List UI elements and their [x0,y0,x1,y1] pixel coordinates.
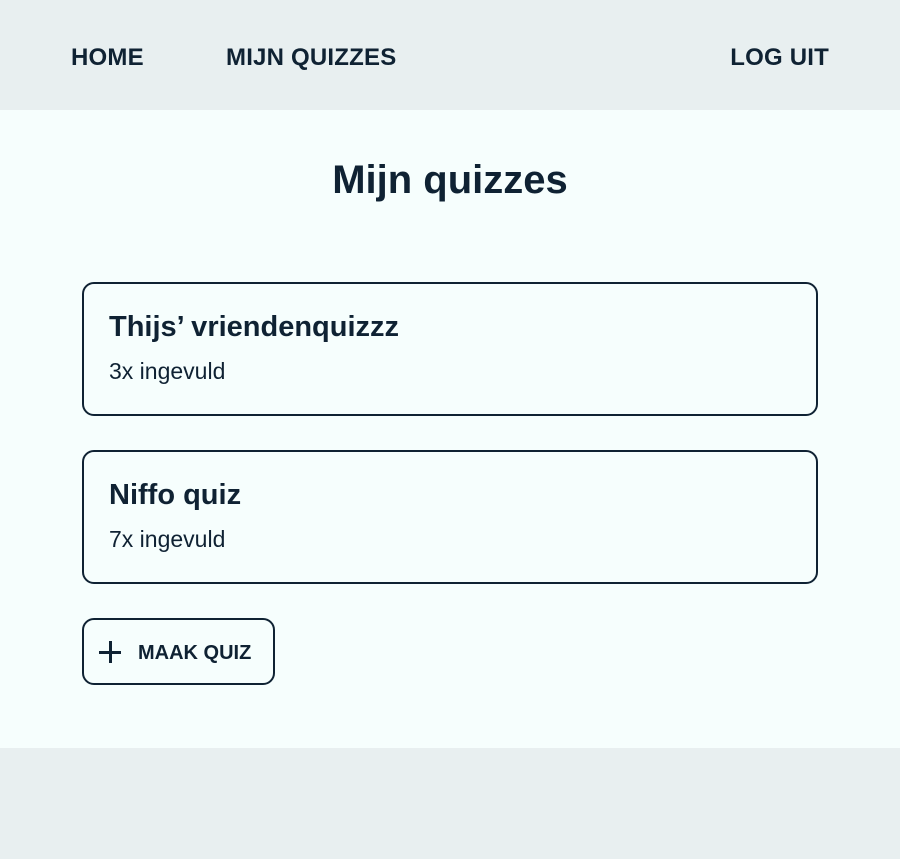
nav-my-quizzes-link[interactable]: MIJN QUIZZES [226,44,396,72]
plus-icon [99,641,121,663]
footer [0,748,900,859]
main-content: Mijn quizzes Thijs’ vriendenquizzz 3x in… [0,110,900,748]
make-quiz-label: MAAK QUIZ [138,642,252,664]
make-quiz-button[interactable]: MAAK QUIZ [82,618,275,685]
quiz-fill-count: 3x ingevuld [109,358,226,384]
quiz-fill-count: 7x ingevuld [109,526,226,552]
page-title: Mijn quizzes [332,158,568,202]
quiz-card[interactable]: Niffo quiz 7x ingevuld [82,450,818,584]
top-navigation: HOME MIJN QUIZZES LOG UIT [0,0,900,110]
quiz-title: Niffo quiz [109,479,242,511]
quiz-title: Thijs’ vriendenquizzz [109,311,400,343]
nav-logout-link[interactable]: LOG UIT [730,44,829,72]
quiz-card[interactable]: Thijs’ vriendenquizzz 3x ingevuld [82,282,818,416]
nav-home-link[interactable]: HOME [71,44,144,72]
